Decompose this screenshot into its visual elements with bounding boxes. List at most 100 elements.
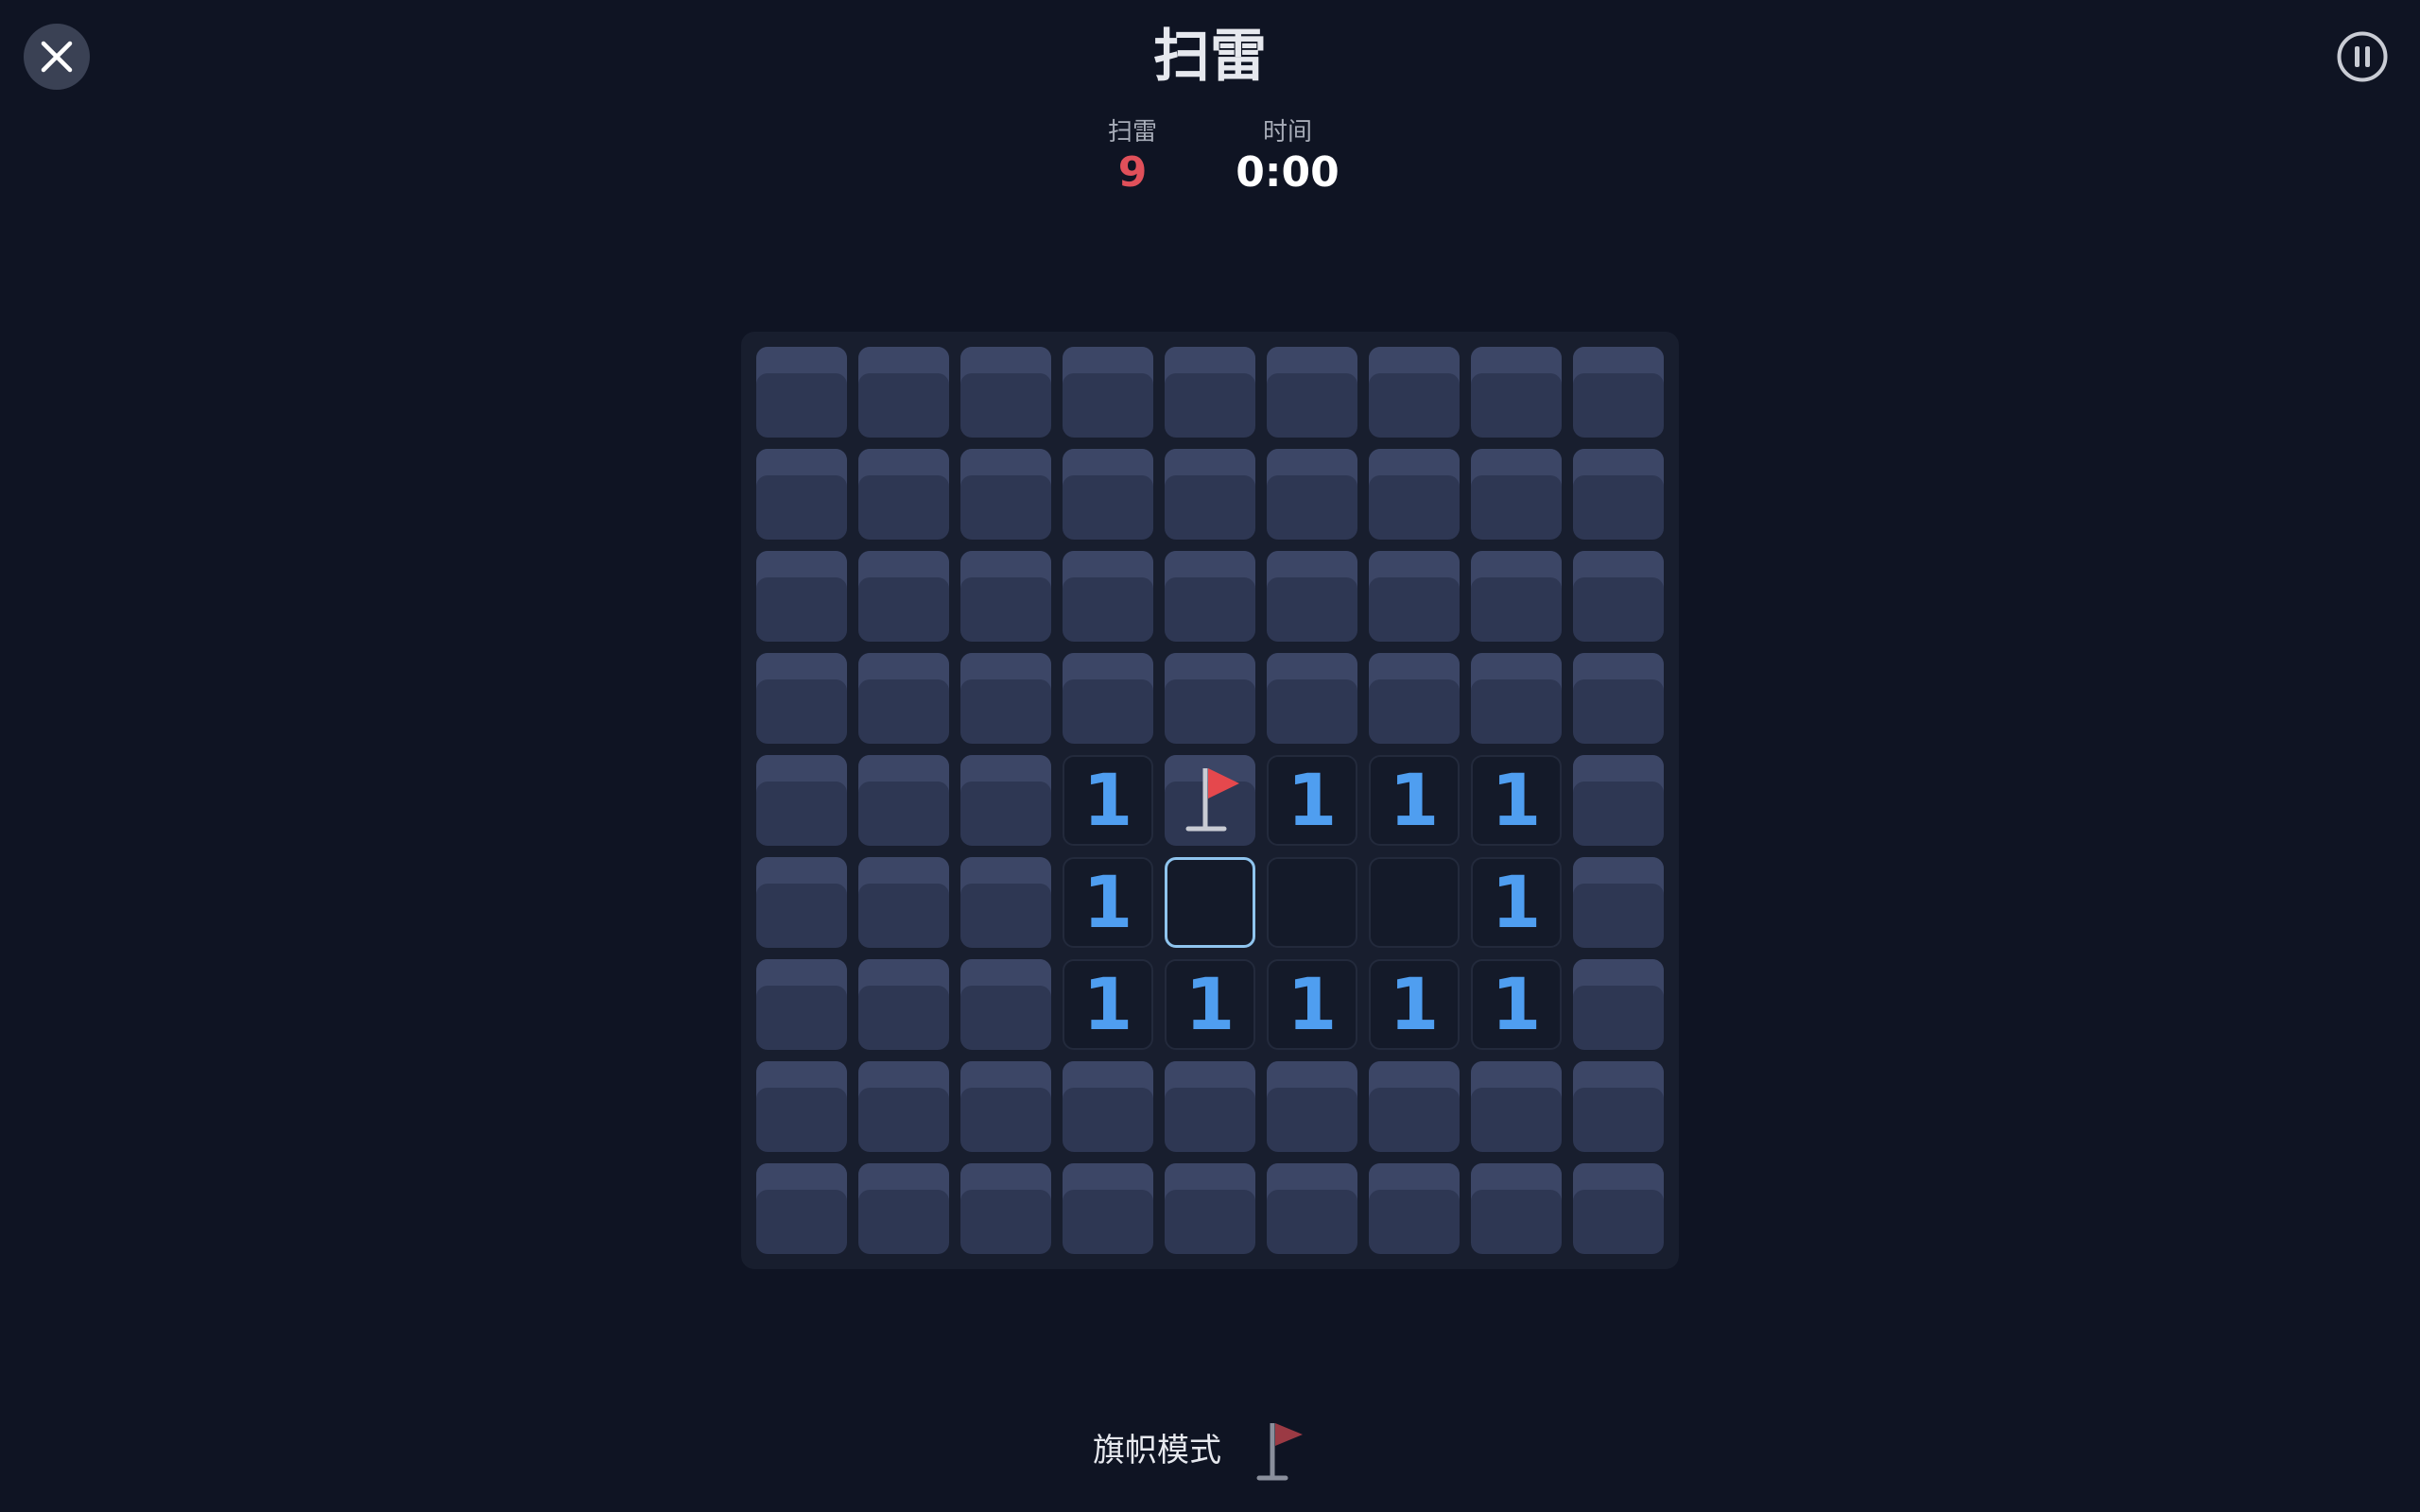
- cell-hidden[interactable]: [1165, 551, 1255, 642]
- cell-hidden[interactable]: [960, 551, 1051, 642]
- cell-revealed[interactable]: [1267, 857, 1357, 948]
- cell-hidden[interactable]: [1165, 449, 1255, 540]
- cell-hidden[interactable]: [1573, 551, 1664, 642]
- cell-hidden[interactable]: [1369, 449, 1460, 540]
- time-label: 时间: [1262, 118, 1312, 146]
- cell-hidden[interactable]: [1165, 1061, 1255, 1152]
- cell-hidden[interactable]: [1063, 347, 1153, 438]
- cell-hidden[interactable]: [1267, 1061, 1357, 1152]
- cell-hidden[interactable]: [858, 449, 949, 540]
- cell-hidden[interactable]: [858, 551, 949, 642]
- cell-revealed[interactable]: 1: [1471, 959, 1562, 1050]
- cell-hidden[interactable]: [960, 347, 1051, 438]
- cell-number: 1: [1389, 962, 1440, 1046]
- cell-hidden[interactable]: [1471, 1163, 1562, 1254]
- cell-hidden[interactable]: [960, 1061, 1051, 1152]
- cell-hidden[interactable]: [756, 857, 847, 948]
- cell-hidden[interactable]: [1369, 1163, 1460, 1254]
- cell-revealed[interactable]: 1: [1267, 755, 1357, 846]
- cell-revealed[interactable]: 1: [1063, 959, 1153, 1050]
- cell-hidden[interactable]: [1267, 653, 1357, 744]
- cell-hidden[interactable]: [960, 857, 1051, 948]
- cell-hidden[interactable]: [1471, 551, 1562, 642]
- cell-hidden[interactable]: [1471, 449, 1562, 540]
- cell-hidden[interactable]: [1573, 857, 1664, 948]
- cell-hidden[interactable]: [960, 653, 1051, 744]
- cell-hidden[interactable]: [960, 1163, 1051, 1254]
- cell-hidden[interactable]: [756, 347, 847, 438]
- cell-hidden[interactable]: [1267, 1163, 1357, 1254]
- cell-flagged[interactable]: [1165, 755, 1255, 846]
- cell-hidden[interactable]: [1267, 347, 1357, 438]
- cell-hidden[interactable]: [1573, 347, 1664, 438]
- cell-revealed[interactable]: 1: [1471, 755, 1562, 846]
- cell-revealed[interactable]: 1: [1165, 959, 1255, 1050]
- cell-hidden[interactable]: [1573, 449, 1664, 540]
- cell-number: 1: [1287, 758, 1338, 842]
- cell-hidden[interactable]: [1573, 1163, 1664, 1254]
- cell-hidden[interactable]: [858, 653, 949, 744]
- cell-number: 1: [1082, 860, 1133, 944]
- cell-revealed[interactable]: 1: [1369, 755, 1460, 846]
- cell-hidden[interactable]: [756, 959, 847, 1050]
- cell-hidden[interactable]: [756, 551, 847, 642]
- cell-hidden[interactable]: [1369, 1061, 1460, 1152]
- cell-hidden[interactable]: [960, 755, 1051, 846]
- cell-hidden[interactable]: [858, 857, 949, 948]
- cell-hidden[interactable]: [756, 1163, 847, 1254]
- cell-hidden[interactable]: [1267, 551, 1357, 642]
- cell-hidden[interactable]: [1063, 449, 1153, 540]
- cell-number: 1: [1389, 758, 1440, 842]
- cell-hidden[interactable]: [858, 347, 949, 438]
- cell-hidden[interactable]: [1369, 347, 1460, 438]
- cell-hidden[interactable]: [1471, 1061, 1562, 1152]
- cell-revealed[interactable]: 1: [1267, 959, 1357, 1050]
- cell-hidden[interactable]: [1063, 1163, 1153, 1254]
- cell-number: 1: [1082, 962, 1133, 1046]
- cell-hidden[interactable]: [1573, 1061, 1664, 1152]
- page-title: 扫雷: [1153, 24, 1267, 90]
- pause-button[interactable]: [2337, 31, 2388, 82]
- cell-hidden[interactable]: [1063, 1061, 1153, 1152]
- cell-selected[interactable]: [1165, 857, 1255, 948]
- timer: 时间 0:00: [1193, 115, 1382, 197]
- cell-hidden[interactable]: [756, 755, 847, 846]
- pause-icon: [2337, 31, 2388, 82]
- cell-revealed[interactable]: 1: [1063, 755, 1153, 846]
- cell-hidden[interactable]: [1471, 347, 1562, 438]
- cell-hidden[interactable]: [756, 653, 847, 744]
- cell-hidden[interactable]: [1369, 551, 1460, 642]
- cell-number: 1: [1184, 962, 1236, 1046]
- minesweeper-screen: 扫雷 扫雷 9 时间 0:00 11111111111 旗帜模式: [0, 0, 2420, 1512]
- flag-icon: [1256, 1423, 1303, 1481]
- game-board: 11111111111: [741, 332, 1679, 1269]
- cell-hidden[interactable]: [960, 959, 1051, 1050]
- cell-number: 1: [1491, 860, 1542, 944]
- cell-number: 1: [1491, 962, 1542, 1046]
- cell-hidden[interactable]: [858, 755, 949, 846]
- flag-mode-toggle[interactable]: 旗帜模式: [1093, 1418, 1308, 1484]
- cell-hidden[interactable]: [1369, 653, 1460, 744]
- cell-hidden[interactable]: [1573, 755, 1664, 846]
- cell-hidden[interactable]: [858, 1163, 949, 1254]
- cell-revealed[interactable]: 1: [1369, 959, 1460, 1050]
- cell-hidden[interactable]: [858, 1061, 949, 1152]
- cell-hidden[interactable]: [1573, 653, 1664, 744]
- cell-revealed[interactable]: 1: [1063, 857, 1153, 948]
- cell-hidden[interactable]: [756, 449, 847, 540]
- cell-hidden[interactable]: [1165, 347, 1255, 438]
- cell-hidden[interactable]: [858, 959, 949, 1050]
- cell-hidden[interactable]: [1063, 551, 1153, 642]
- cell-hidden[interactable]: [1165, 1163, 1255, 1254]
- cell-hidden[interactable]: [1063, 653, 1153, 744]
- cell-hidden[interactable]: [1267, 449, 1357, 540]
- cell-revealed[interactable]: 1: [1471, 857, 1562, 948]
- cell-revealed[interactable]: [1369, 857, 1460, 948]
- cell-hidden[interactable]: [1471, 653, 1562, 744]
- cell-hidden[interactable]: [1573, 959, 1664, 1050]
- cell-hidden[interactable]: [960, 449, 1051, 540]
- cell-hidden[interactable]: [756, 1061, 847, 1152]
- cell-number: 1: [1082, 758, 1133, 842]
- cell-hidden[interactable]: [1165, 653, 1255, 744]
- flag-mode-label: 旗帜模式: [1093, 1432, 1221, 1469]
